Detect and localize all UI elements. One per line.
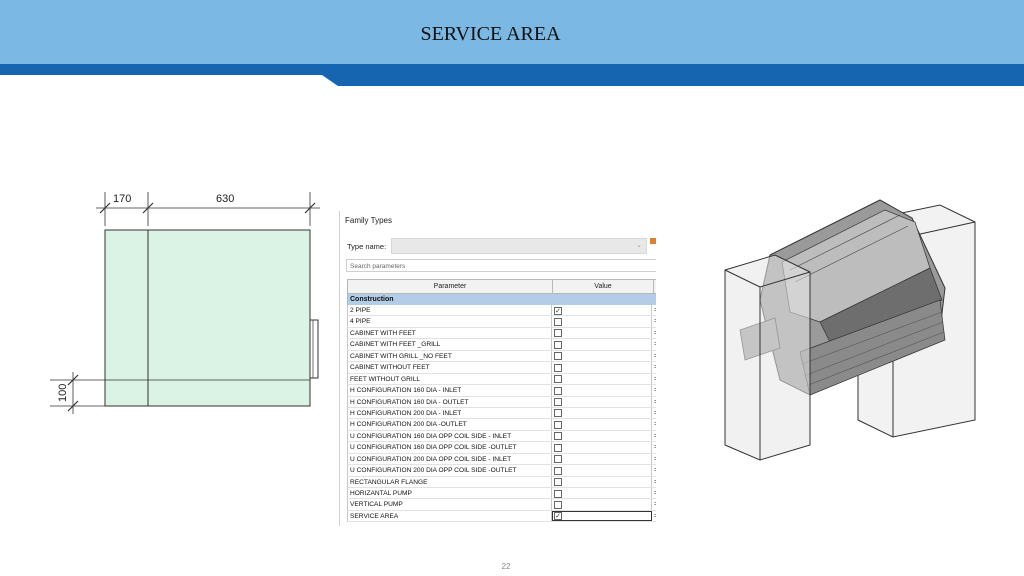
page-number: 22 bbox=[501, 562, 511, 571]
fan-coil-3d-render bbox=[724, 199, 976, 461]
